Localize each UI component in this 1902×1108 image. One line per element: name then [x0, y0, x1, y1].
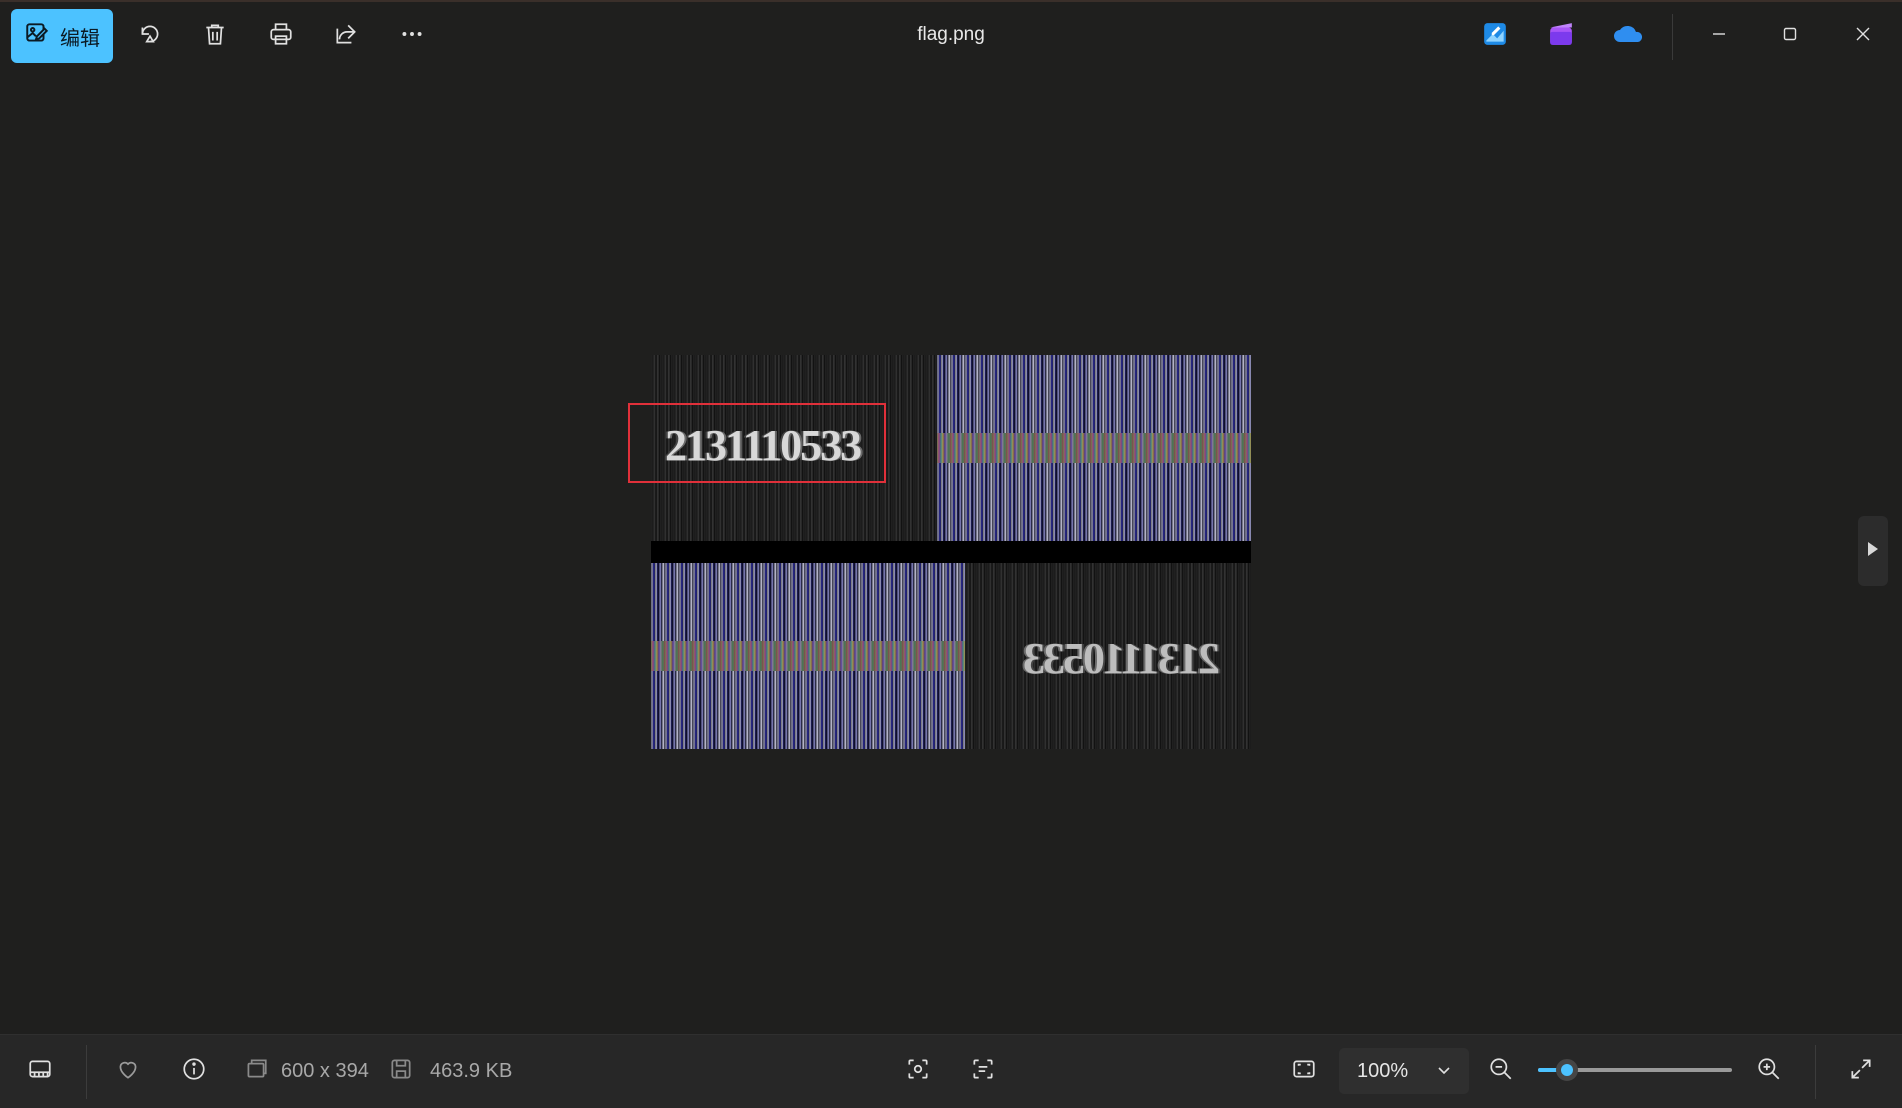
expand-icon: [1848, 1056, 1874, 1087]
fullscreen-button[interactable]: [1848, 1051, 1874, 1091]
photos-window: 编辑 flag.png 2131110533 2131110533 600 x …: [0, 0, 1902, 1108]
next-image-button[interactable]: [1858, 516, 1888, 586]
zoom-in-icon: [1756, 1056, 1782, 1087]
toolbar-separator: [1672, 14, 1673, 60]
clipchamp-icon: [1548, 21, 1574, 52]
image-size-icon: [243, 1056, 269, 1087]
text-recognition-button[interactable]: [970, 1051, 996, 1091]
heart-icon: [115, 1056, 141, 1087]
clipchamp-button[interactable]: [1543, 18, 1579, 54]
red-highlight-box: [628, 403, 886, 483]
zoom-in-button[interactable]: [1756, 1051, 1782, 1091]
visual-search-icon: [905, 1056, 931, 1087]
image-digits-bottom: 2131110533: [1025, 634, 1221, 683]
info-button[interactable]: [181, 1051, 207, 1091]
image-quadrant-bottom-right: 2131110533: [965, 563, 1251, 749]
zoom-slider-thumb[interactable]: [1556, 1059, 1579, 1081]
zoom-slider[interactable]: [1538, 1059, 1732, 1081]
zoom-out-icon: [1488, 1056, 1514, 1087]
chevron-down-icon: [1435, 1061, 1453, 1079]
maximize-icon: [1781, 25, 1799, 48]
filesize-info: 463.9 KB: [388, 1051, 512, 1091]
close-button[interactable]: [1833, 14, 1893, 58]
image-viewer[interactable]: 2131110533 2131110533: [0, 72, 1902, 1032]
save-icon: [388, 1056, 414, 1087]
fit-screen-icon: [1291, 1056, 1317, 1087]
image-quadrant-bottom-left: [651, 563, 965, 749]
visual-search-button[interactable]: [905, 1051, 931, 1091]
file-size: 463.9 KB: [430, 1059, 513, 1082]
favorite-button[interactable]: [115, 1051, 141, 1091]
minimize-button[interactable]: [1689, 14, 1749, 58]
image-dimensions: 600 x 394: [281, 1059, 369, 1082]
statusbar-separator: [86, 1045, 87, 1099]
image-creator-icon: [1482, 21, 1508, 52]
onedrive-button[interactable]: [1610, 18, 1646, 54]
maximize-button[interactable]: [1760, 14, 1820, 58]
noise-band: [651, 641, 965, 671]
zoom-value: 100%: [1357, 1059, 1409, 1082]
noise-band: [937, 433, 1251, 463]
image-black-stripe: [651, 541, 1251, 563]
close-icon: [1854, 25, 1872, 48]
fit-to-window-button[interactable]: [1291, 1051, 1317, 1091]
top-toolbar: 编辑 flag.png: [0, 0, 1902, 72]
filmstrip-icon: [27, 1056, 53, 1087]
info-icon: [181, 1056, 207, 1087]
filmstrip-button[interactable]: [27, 1051, 53, 1091]
minimize-icon: [1710, 25, 1728, 48]
zoom-out-button[interactable]: [1488, 1051, 1514, 1091]
statusbar-separator: [1815, 1045, 1816, 1099]
onedrive-icon: [1612, 24, 1644, 49]
image-quadrant-top-right: [937, 355, 1251, 541]
image-creator-button[interactable]: [1477, 18, 1513, 54]
dimensions-info: 600 x 394: [243, 1051, 369, 1091]
text-scan-icon: [970, 1056, 996, 1087]
zoom-dropdown[interactable]: 100%: [1339, 1048, 1469, 1094]
play-right-icon: [1867, 541, 1879, 562]
